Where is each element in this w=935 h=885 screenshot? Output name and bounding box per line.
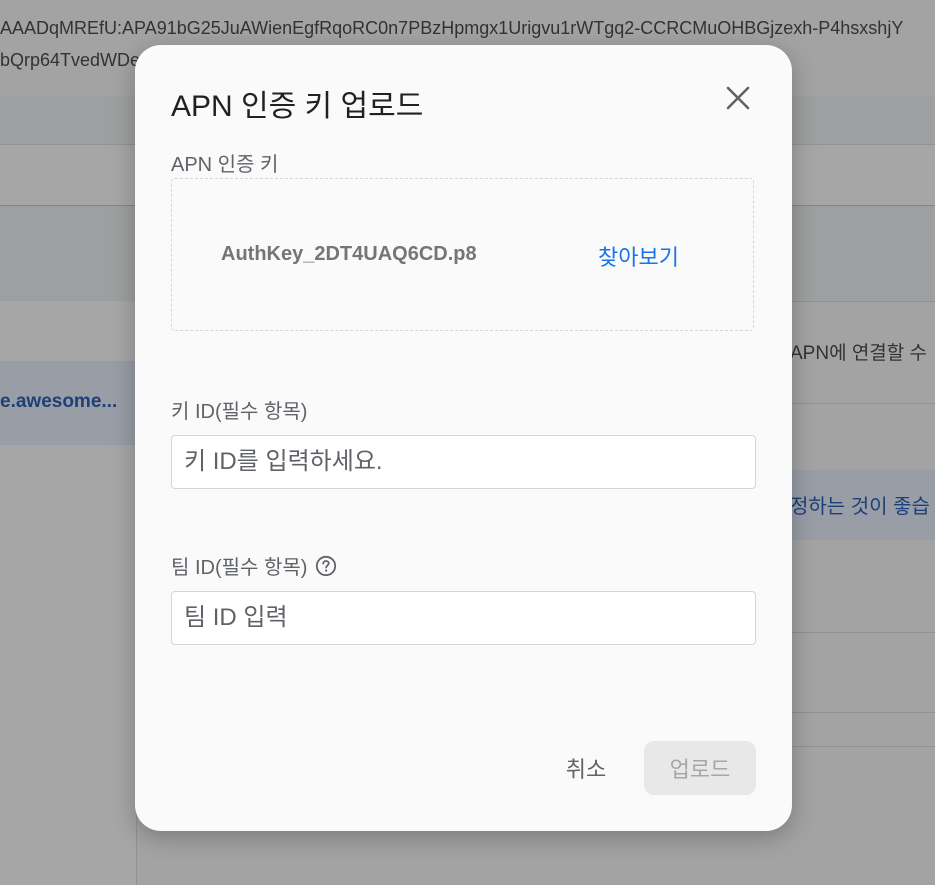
apn-key-label: APN 인증 키 bbox=[171, 154, 279, 176]
team-id-input[interactable] bbox=[171, 591, 756, 645]
key-id-label: 키 ID(필수 항목) bbox=[171, 401, 308, 423]
close-button[interactable] bbox=[721, 81, 755, 115]
browse-button[interactable]: 찾아보기 bbox=[598, 240, 679, 272]
help-circle-icon[interactable] bbox=[315, 555, 337, 577]
close-icon bbox=[726, 86, 750, 110]
selected-file-name: AuthKey_2DT4UAQ6CD.p8 bbox=[221, 243, 477, 265]
team-id-label: 팀 ID(필수 항목) bbox=[171, 557, 308, 579]
upload-button[interactable]: 업로드 bbox=[644, 741, 756, 795]
dialog-title: APN 인증 키 업로드 bbox=[171, 90, 424, 123]
team-id-label-row: 팀 ID(필수 항목) bbox=[171, 551, 337, 580]
upload-apn-key-dialog: APN 인증 키 업로드 APN 인증 키 AuthKey_2DT4UAQ6CD… bbox=[135, 45, 792, 831]
key-id-input[interactable] bbox=[171, 435, 756, 489]
file-drop-zone[interactable]: AuthKey_2DT4UAQ6CD.p8 찾아보기 bbox=[171, 178, 754, 331]
cancel-button[interactable]: 취소 bbox=[551, 742, 621, 794]
